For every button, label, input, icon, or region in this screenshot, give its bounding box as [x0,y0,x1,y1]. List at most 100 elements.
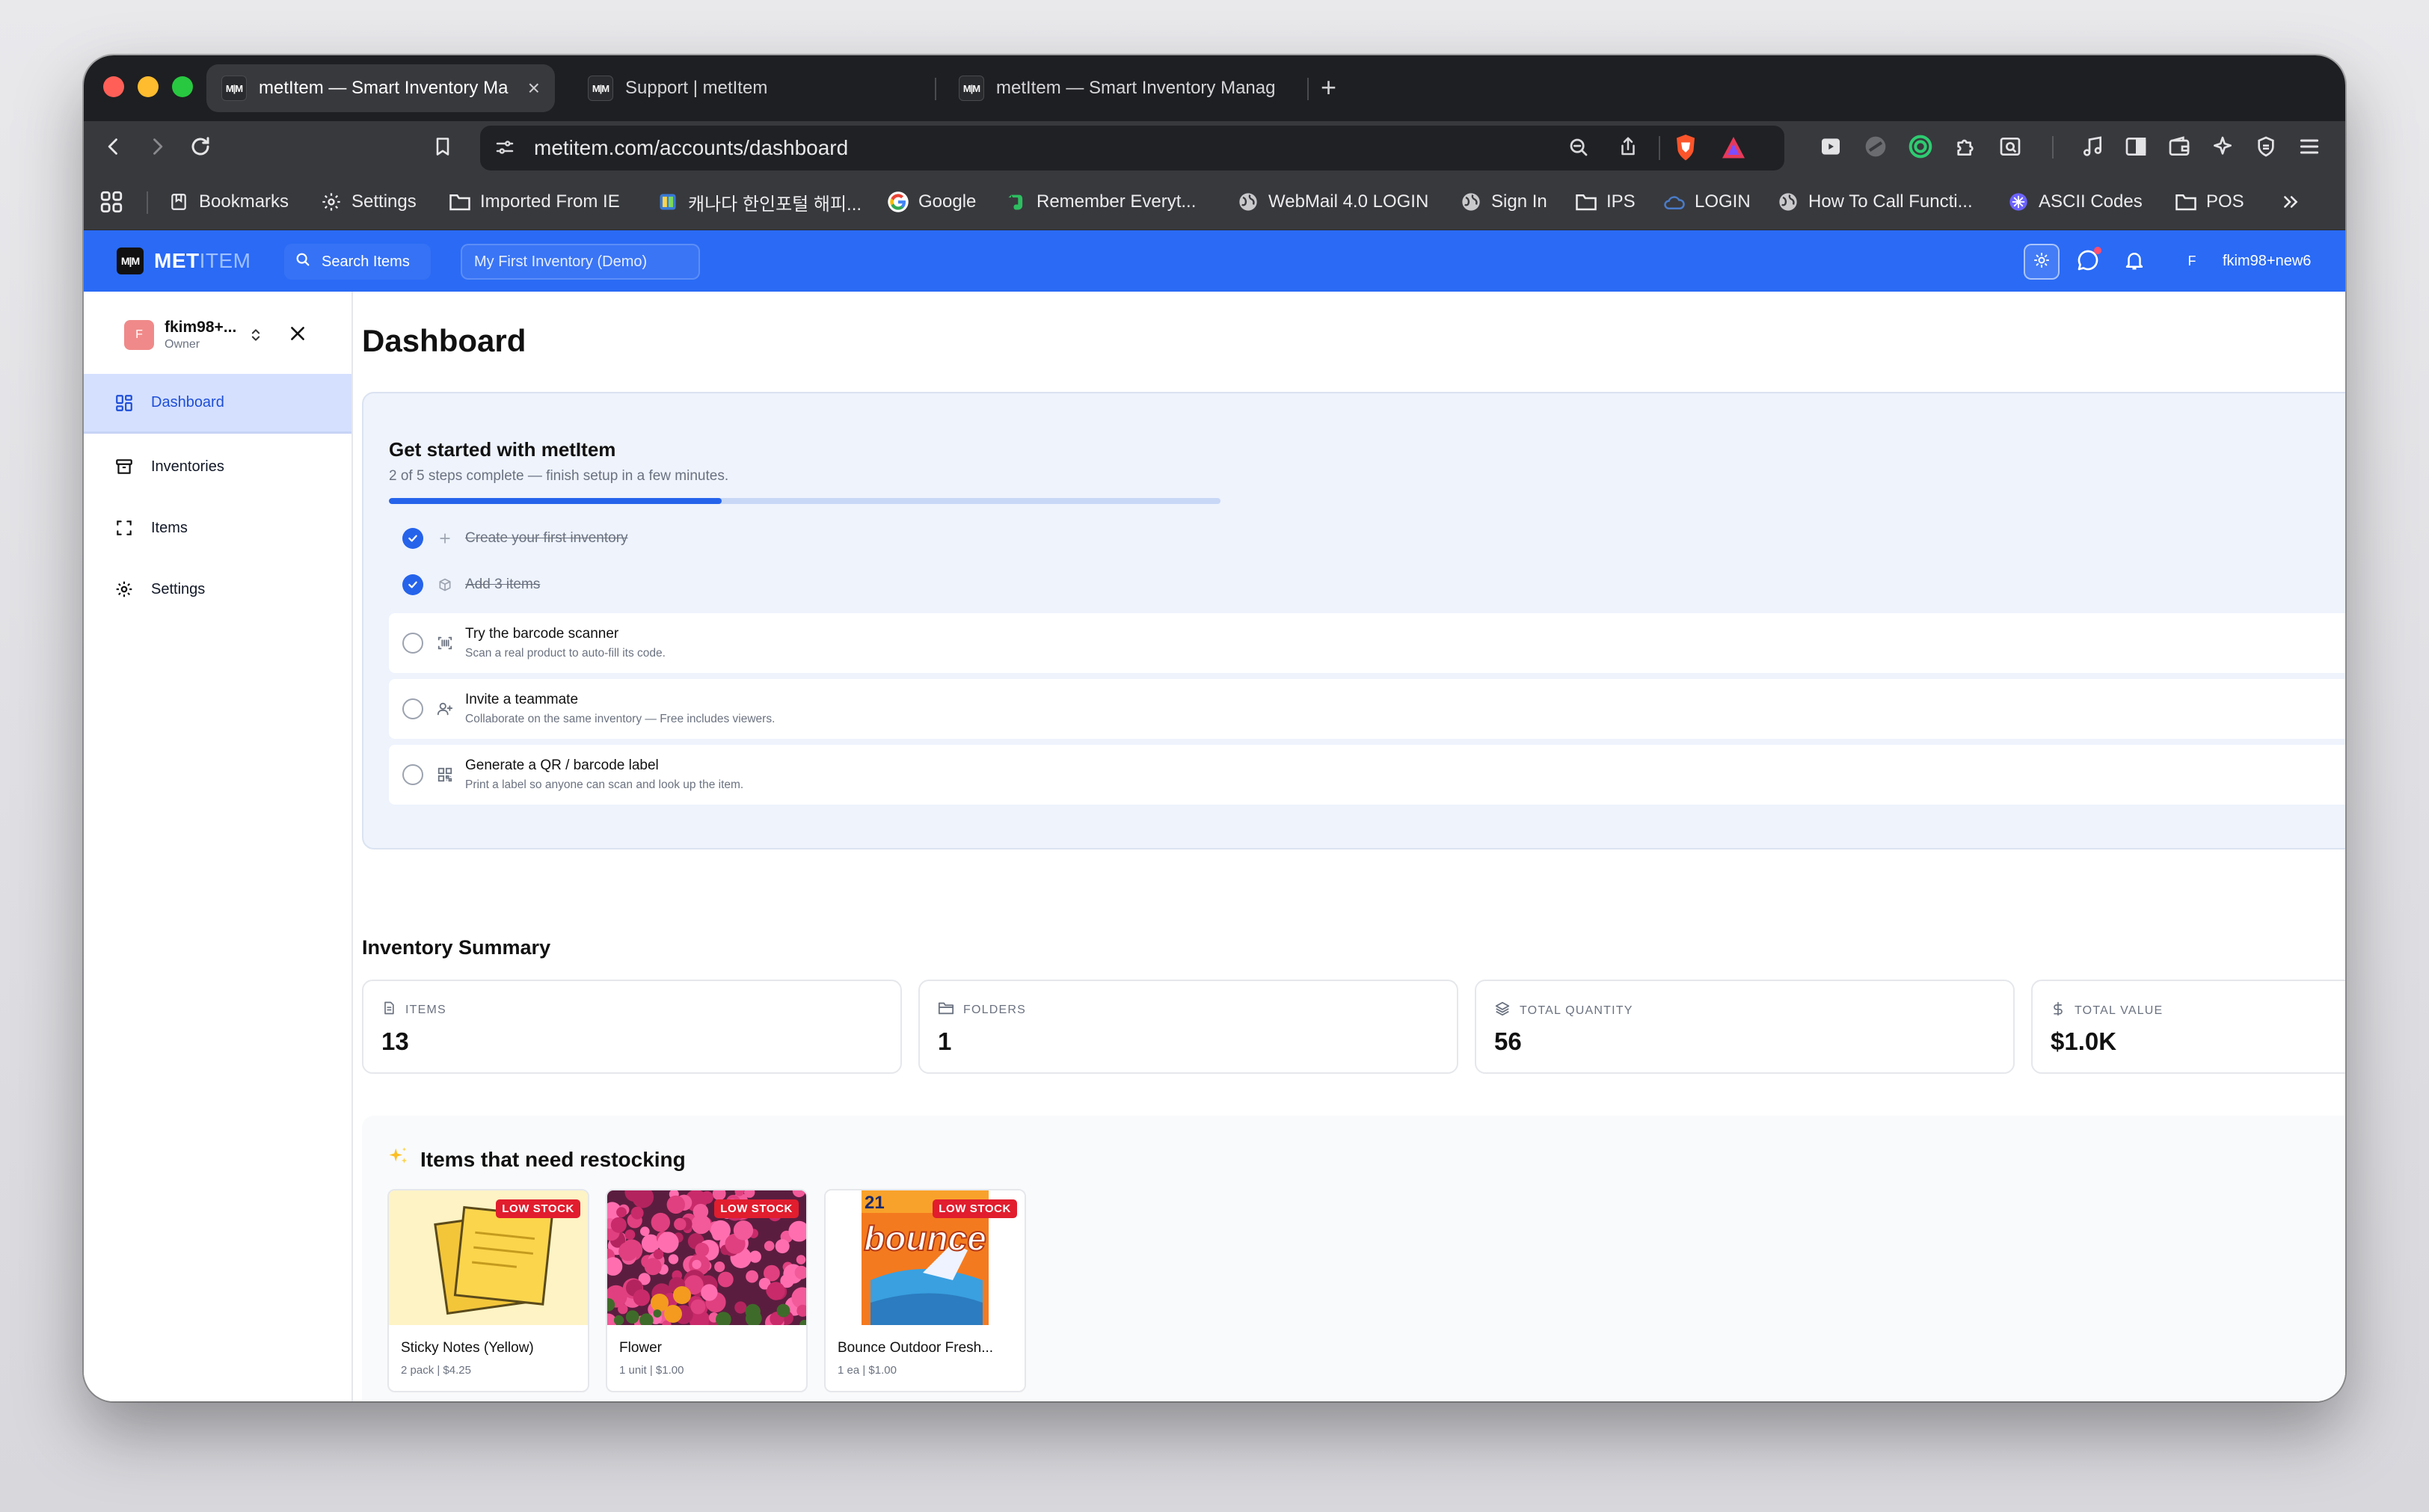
extension-ring-icon[interactable] [1906,132,1935,162]
restock-item-card[interactable]: LOW STOCK Flower 1 unit | $1.00 [606,1189,808,1392]
app-logo[interactable]: M|M METITEM [117,248,251,274]
zoom-window-button[interactable] [172,76,193,97]
user-menu[interactable]: F fkim98+new6 [2178,247,2312,275]
site-settings-icon[interactable] [494,136,516,162]
wallet-icon[interactable] [2164,132,2194,162]
search-items-button[interactable]: Search Items [284,244,431,280]
tab-title: metItem — Smart Inventory Manag [996,78,1276,98]
sun-icon [2033,251,2051,273]
site-icon [657,191,679,213]
bookmark-item[interactable]: Bookmarks [168,187,289,217]
restock-item-card[interactable]: LOW STOCK Sticky Notes (Yellow) 2 pack |… [387,1189,589,1392]
setup-step-barcode-scanner[interactable]: Try the barcode scanner Scan a real prod… [389,613,2345,673]
sidebar-item-inventories[interactable]: Inventories [84,437,351,497]
account-switcher[interactable]: F fkim98+... Owner [124,319,236,351]
bookmark-page-icon[interactable] [426,130,459,163]
bookmark-item[interactable]: WebMail 4.0 LOGIN [1237,187,1428,217]
vpn-shield-icon[interactable] [2251,132,2281,162]
stat-label: FOLDERS [963,1003,1026,1016]
forward-icon[interactable] [141,130,174,163]
back-icon[interactable] [97,130,130,163]
address-bar[interactable]: metitem.com/accounts/dashboard [480,126,1784,170]
bookmark-item[interactable]: 캐나다 한인포털 해피... [657,187,862,217]
notifications-button[interactable] [2116,244,2152,280]
bookmark-item[interactable]: Google [887,187,976,217]
stat-card-total-value[interactable]: TOTAL VALUE $1.0K [2031,980,2345,1074]
screen-search-icon[interactable] [1995,132,2025,162]
stat-value: 1 [938,1027,952,1055]
music-note-icon[interactable] [2078,132,2107,162]
restock-item-card[interactable]: bounce 21 LOW STOCK Bounce Outdoor Fresh… [824,1189,1026,1392]
sidebar-item-items[interactable]: Items [84,498,351,558]
leo-ai-icon[interactable] [2208,132,2238,162]
bookmark-label: Sign In [1491,191,1547,212]
bookmark-item[interactable]: ASCII Codes [2007,187,2143,217]
search-items-label: Search Items [322,253,410,270]
browser-tab[interactable]: M|M metItem — Smart Inventory Manag [944,64,1303,112]
bookmark-item[interactable]: Sign In [1460,187,1547,217]
bookmark-item[interactable]: IPS [1575,187,1636,217]
gear-icon [114,579,135,600]
stat-card-folders[interactable]: FOLDERS 1 [918,980,1458,1074]
close-window-button[interactable] [103,76,124,97]
bookmark-item[interactable]: LOGIN [1663,187,1751,217]
bookmark-item[interactable]: Settings [320,187,417,217]
new-tab-button[interactable]: + [1321,72,1336,103]
hamburger-menu-icon[interactable] [2294,132,2324,162]
reload-icon[interactable] [184,130,217,163]
browser-tab[interactable]: M|M Support | metItem [573,64,924,112]
setup-step-title: Add 3 items [465,577,541,592]
brave-shields-icon[interactable] [1672,133,1699,167]
google-icon [887,191,909,213]
close-tab-icon[interactable]: × [528,76,540,100]
flower-image: LOW STOCK [607,1190,806,1325]
apps-grid-icon[interactable] [99,187,124,217]
setup-step-description: Scan a real product to auto-fill its cod… [465,647,666,660]
extension-disabled-icon[interactable] [1861,132,1891,162]
sidebar-item-settings[interactable]: Settings [84,559,351,619]
globe-icon [1777,191,1799,213]
sidebar-item-dashboard[interactable]: Dashboard [84,374,351,434]
check-circle-icon [402,528,423,549]
setup-step-add-items[interactable]: Add 3 items [389,561,2345,609]
setup-step-title: Invite a teammate [465,692,579,707]
stat-card-total-quantity[interactable]: TOTAL QUANTITY 56 [1475,980,2015,1074]
evernote-icon [1005,191,1028,213]
chevron-up-down-icon[interactable] [248,326,263,348]
page-title: Dashboard [362,323,526,358]
bookmark-item[interactable]: How To Call Functi... [1777,187,1973,217]
setup-step-create-inventory[interactable]: Create your first inventory [389,514,2345,562]
puzzle-icon[interactable] [1950,132,1980,162]
globe-icon [1460,191,1482,213]
close-sidebar-icon[interactable] [284,320,311,347]
bounce-box-image: bounce 21 LOW STOCK [826,1190,1025,1325]
messages-button[interactable] [2070,244,2106,280]
setup-step-generate-label[interactable]: Generate a QR / barcode label Print a la… [389,745,2345,805]
sidebar-toggle-icon[interactable] [2121,132,2151,162]
tab-divider [1307,78,1309,100]
browser-tab-active[interactable]: M|M metItem — Smart Inventory Ma × [206,64,555,112]
bookmarks-divider [147,191,148,214]
sparkles-icon [387,1146,410,1173]
theme-toggle-button[interactable] [2024,244,2060,280]
inventory-selector[interactable]: My First Inventory (Demo) [461,244,700,280]
stat-card-items[interactable]: ITEMS 13 [362,980,902,1074]
stat-label: ITEMS [405,1003,446,1016]
bookmark-item[interactable]: Remember Everyt... [1005,187,1196,217]
setup-step-invite-teammate[interactable]: Invite a teammate Collaborate on the sam… [389,679,2345,739]
brave-rewards-icon[interactable] [1720,135,1747,165]
stat-label: TOTAL VALUE [2075,1004,2164,1017]
box-icon [435,575,455,594]
bookmark-item[interactable]: POS [2175,187,2244,217]
item-meta: 1 unit | $1.00 [619,1364,684,1377]
zoom-icon[interactable] [1567,136,1590,162]
plus-icon [435,529,455,548]
media-extension-icon[interactable] [1816,132,1846,162]
metitem-favicon-icon: M|M [959,76,984,101]
account-role: Owner [165,338,200,351]
more-bookmarks-icon[interactable] [2281,187,2300,217]
sidebar: F fkim98+... Owner Dashboard Inventories… [84,292,353,1401]
minimize-window-button[interactable] [138,76,159,97]
share-icon[interactable] [1617,135,1639,162]
bookmark-item[interactable]: Imported From IE [449,187,620,217]
